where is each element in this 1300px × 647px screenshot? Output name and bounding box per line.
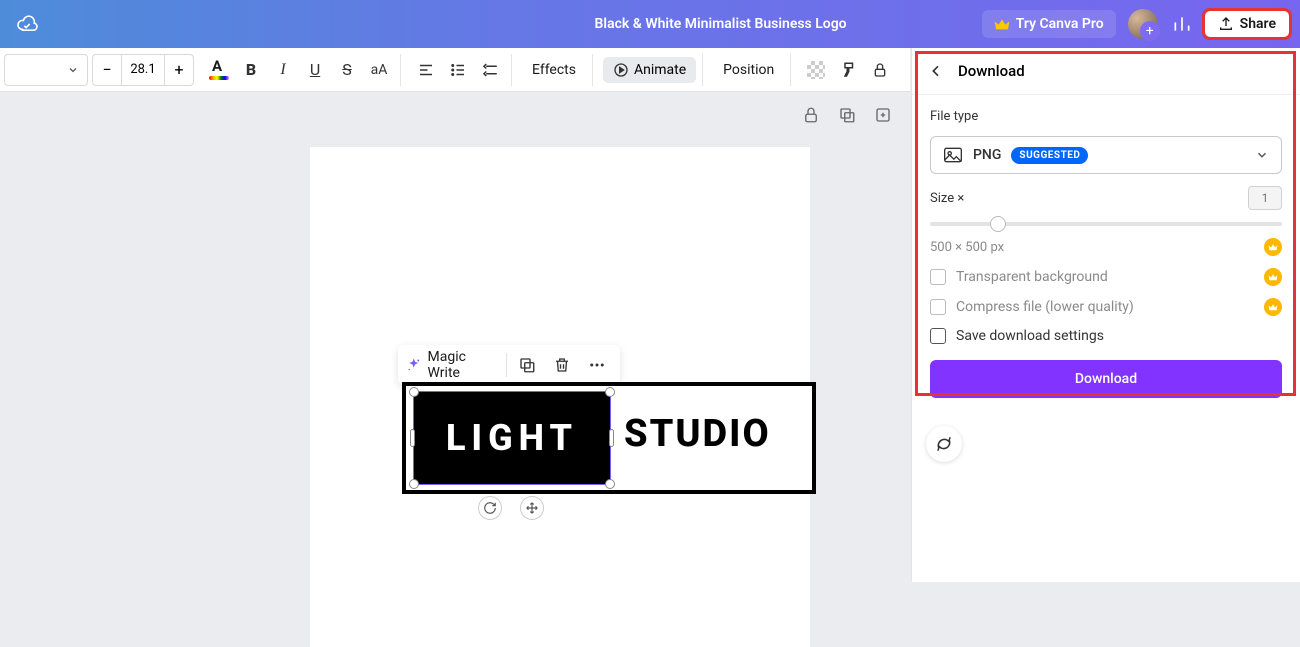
save-settings-checkbox[interactable] — [930, 328, 946, 344]
duplicate-page-icon[interactable] — [838, 106, 856, 124]
top-bar: Black & White Minimalist Business Logo T… — [0, 0, 1300, 48]
file-type-label: File type — [930, 109, 1282, 124]
download-button[interactable]: Download — [930, 360, 1282, 398]
compress-checkbox[interactable] — [930, 299, 946, 315]
pro-badge-icon — [1264, 268, 1282, 286]
add-page-icon[interactable] — [874, 106, 892, 124]
canvas-area: Magic Write LIGHT STUDIO — [0, 92, 910, 582]
try-pro-label: Try Canva Pro — [1016, 16, 1104, 32]
magic-write-button[interactable]: Magic Write — [406, 349, 500, 381]
document-title[interactable]: Black & White Minimalist Business Logo — [595, 16, 847, 32]
transparent-bg-checkbox[interactable] — [930, 269, 946, 285]
cloud-sync-icon[interactable] — [16, 15, 38, 33]
pro-badge-icon — [1264, 298, 1282, 316]
italic-button[interactable]: I — [268, 55, 298, 85]
size-slider[interactable] — [930, 222, 1282, 226]
font-family-select[interactable] — [4, 54, 88, 86]
animate-label: Animate — [634, 62, 686, 78]
duplicate-button[interactable] — [513, 350, 542, 380]
upload-icon — [1218, 16, 1234, 32]
effects-button[interactable]: Effects — [522, 62, 586, 78]
page-lock-icon[interactable] — [802, 106, 820, 124]
text-toolbar: − 28.1 + B I U S aA Effects Animate Posi… — [0, 48, 910, 92]
analytics-icon[interactable] — [1172, 14, 1192, 34]
size-label: Size × — [930, 191, 964, 206]
dimensions-text: 500 × 500 px — [930, 240, 1004, 255]
text-color-button[interactable] — [204, 55, 234, 85]
list-button[interactable] — [443, 55, 473, 85]
suggested-badge: SUGGESTED — [1011, 147, 1088, 164]
file-type-select[interactable]: PNG SUGGESTED — [930, 136, 1282, 174]
spacing-button[interactable] — [475, 55, 505, 85]
logo-light-text: LIGHT — [446, 417, 578, 459]
transparency-button[interactable] — [801, 55, 831, 85]
rotate-handle[interactable] — [478, 496, 502, 520]
download-panel: Download File type PNG SUGGESTED Size × … — [911, 48, 1300, 582]
more-options-button[interactable] — [583, 350, 612, 380]
pro-badge-icon — [1264, 238, 1282, 256]
compress-label: Compress file (lower quality) — [956, 299, 1254, 315]
lock-button[interactable] — [865, 55, 895, 85]
copy-style-button[interactable] — [833, 55, 863, 85]
crown-icon — [994, 17, 1010, 31]
font-size-value[interactable]: 28.1 — [121, 55, 165, 85]
magic-write-label: Magic Write — [428, 349, 500, 381]
position-button[interactable]: Position — [713, 62, 784, 78]
transparent-bg-label: Transparent background — [956, 269, 1254, 285]
file-type-value: PNG — [973, 147, 1001, 163]
logo-studio-text[interactable]: STUDIO — [624, 412, 771, 456]
share-button[interactable]: Share — [1204, 10, 1290, 38]
font-size-stepper: − 28.1 + — [92, 54, 194, 86]
uppercase-button[interactable]: aA — [364, 55, 394, 85]
try-canva-pro-button[interactable]: Try Canva Pro — [982, 10, 1116, 38]
decrease-size-button[interactable]: − — [93, 60, 121, 79]
add-member-button[interactable]: + — [1140, 21, 1160, 41]
strikethrough-button[interactable]: S — [332, 55, 362, 85]
save-settings-label: Save download settings — [956, 328, 1104, 344]
chevron-down-icon — [1255, 148, 1269, 162]
move-handle[interactable] — [520, 496, 544, 520]
bold-button[interactable]: B — [236, 55, 266, 85]
underline-button[interactable]: U — [300, 55, 330, 85]
logo-element[interactable]: LIGHT STUDIO — [402, 382, 816, 494]
panel-title: Download — [958, 62, 1025, 80]
align-button[interactable] — [411, 55, 441, 85]
back-button[interactable] — [928, 63, 944, 79]
light-text-block[interactable]: LIGHT — [414, 392, 610, 484]
regenerate-button[interactable] — [926, 426, 962, 462]
share-label: Share — [1240, 16, 1276, 32]
delete-button[interactable] — [548, 350, 577, 380]
context-toolbar: Magic Write — [398, 345, 620, 385]
increase-size-button[interactable]: + — [165, 60, 193, 79]
size-multiplier[interactable]: 1 — [1248, 186, 1282, 210]
animate-button[interactable]: Animate — [603, 57, 696, 83]
